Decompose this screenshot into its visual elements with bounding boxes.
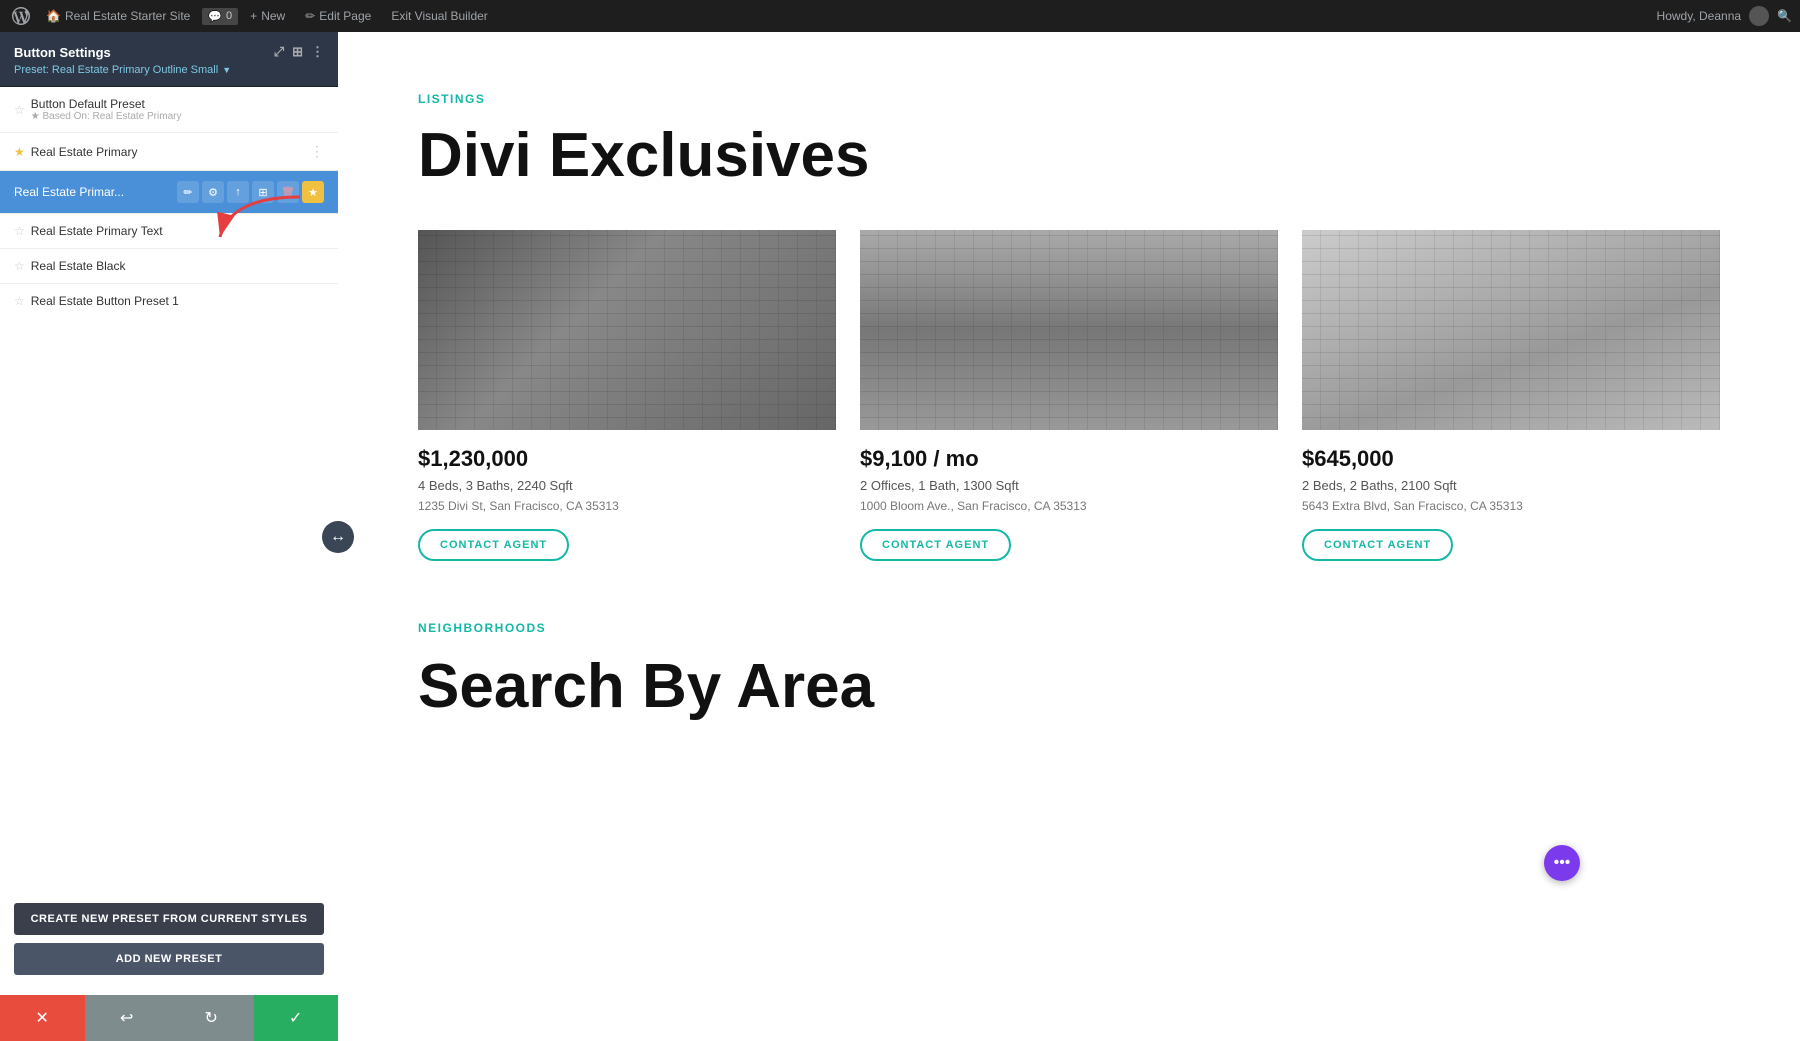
listings-label: LISTINGS <box>418 92 1720 106</box>
property-card-2: $9,100 / mo 2 Offices, 1 Bath, 1300 Sqft… <box>860 230 1278 561</box>
page-content: LISTINGS Divi Exclusives $1,230,000 4 Be… <box>338 32 1800 1041</box>
preset-name-primary: Real Estate Primary <box>31 145 138 159</box>
wordpress-logo[interactable] <box>8 3 34 29</box>
property-grid: $1,230,000 4 Beds, 3 Baths, 2240 Sqft 12… <box>418 230 1720 561</box>
avatar <box>1749 6 1769 26</box>
contact-agent-btn-3[interactable]: CONTACT AGENT <box>1302 529 1453 561</box>
star-icon-primary: ★ <box>14 145 25 159</box>
more-options-icon[interactable]: ⋮ <box>311 44 324 60</box>
undo-button[interactable]: ↩ <box>85 995 170 1041</box>
property-price-1: $1,230,000 <box>418 446 836 472</box>
settings-panel: Button Settings ⤢ ⊞ ⋮ Preset: Real Estat… <box>0 32 338 1041</box>
property-details-1: 4 Beds, 3 Baths, 2240 Sqft <box>418 478 836 493</box>
panel-header: Button Settings ⤢ ⊞ ⋮ Preset: Real Estat… <box>0 32 338 87</box>
preset-sub-default: ★ Based On: Real Estate Primary <box>31 111 182 122</box>
save-button[interactable]: ✓ <box>254 995 339 1041</box>
site-icon: 🏠 <box>46 9 61 23</box>
panel-title-icons: ⤢ ⊞ ⋮ <box>274 44 324 60</box>
preset-name-active: Real Estate Primar... <box>14 185 124 199</box>
export-preset-btn[interactable]: ↑ <box>227 181 249 203</box>
admin-bar-right: Howdy, Deanna 🔍 <box>1657 6 1792 26</box>
add-preset-button[interactable]: ADD NEW PRESET <box>14 943 324 975</box>
preset-name-text: Real Estate Primary Text <box>31 224 163 238</box>
property-image-1 <box>418 230 836 430</box>
preset-item-default[interactable]: ☆ Button Default Preset ★ Based On: Real… <box>0 87 338 133</box>
preset-item-preset1[interactable]: ☆ Real Estate Button Preset 1 <box>0 284 338 318</box>
search-icon[interactable]: 🔍 <box>1777 9 1792 23</box>
site-name-link[interactable]: 🏠 Real Estate Starter Site <box>38 5 198 27</box>
exit-builder-link[interactable]: Exit Visual Builder <box>383 5 496 27</box>
duplicate-preset-btn[interactable]: ⊞ <box>252 181 274 203</box>
star-icon-black: ☆ <box>14 259 25 273</box>
comment-count[interactable]: 💬 0 <box>202 8 238 25</box>
create-preset-button[interactable]: CREATE NEW PRESET FROM CURRENT STYLES <box>14 903 324 935</box>
neighborhoods-title: Search By Area <box>418 651 1720 722</box>
listings-title: Divi Exclusives <box>418 122 1720 190</box>
preset-item-text[interactable]: ☆ Real Estate Primary Text <box>0 214 338 249</box>
preset-name-default: Button Default Preset <box>31 97 182 111</box>
preset-more-icon[interactable]: ⋮ <box>310 143 324 160</box>
expand-handle[interactable]: ↔ <box>322 521 354 553</box>
contact-agent-btn-1[interactable]: CONTACT AGENT <box>418 529 569 561</box>
delete-preset-btn[interactable]: 🗑 <box>277 181 299 203</box>
active-preset-toolbar: ✏ ⚙ ↑ ⊞ 🗑 ★ <box>177 181 324 203</box>
property-price-3: $645,000 <box>1302 446 1720 472</box>
preset-item-active[interactable]: Real Estate Primar... ✏ ⚙ ↑ ⊞ 🗑 ★ <box>0 171 338 214</box>
neighborhoods-label: NEIGHBORHOODS <box>418 621 1720 635</box>
property-address-3: 5643 Extra Blvd, San Fracisco, CA 35313 <box>1302 499 1720 513</box>
property-address-1: 1235 Divi St, San Fracisco, CA 35313 <box>418 499 836 513</box>
neighborhoods-section: NEIGHBORHOODS Search By Area <box>418 621 1720 722</box>
edit-page-link[interactable]: ✏ Edit Page <box>297 5 379 27</box>
contact-agent-btn-2[interactable]: CONTACT AGENT <box>860 529 1011 561</box>
property-image-2 <box>860 230 1278 430</box>
property-image-3 <box>1302 230 1720 430</box>
redo-button[interactable]: ↻ <box>169 995 254 1041</box>
preset-list: ☆ Button Default Preset ★ Based On: Real… <box>0 87 338 889</box>
preset-item-primary[interactable]: ★ Real Estate Primary ⋮ <box>0 133 338 171</box>
comment-icon: 💬 <box>208 10 222 23</box>
star-icon-preset1: ☆ <box>14 294 25 308</box>
panel-subtitle[interactable]: Preset: Real Estate Primary Outline Smal… <box>14 64 324 76</box>
preset-name-black: Real Estate Black <box>31 259 126 273</box>
preset-item-black[interactable]: ☆ Real Estate Black <box>0 249 338 284</box>
star-icon-default: ☆ <box>14 103 25 117</box>
property-details-3: 2 Beds, 2 Baths, 2100 Sqft <box>1302 478 1720 493</box>
columns-icon[interactable]: ⊞ <box>292 44 303 60</box>
bottom-bar: ✕ ↩ ↻ ✓ <box>0 995 338 1041</box>
property-address-2: 1000 Bloom Ave., San Fracisco, CA 35313 <box>860 499 1278 513</box>
fullscreen-icon[interactable]: ⤢ <box>274 44 284 60</box>
new-post-link[interactable]: + New <box>242 5 293 27</box>
star-icon-text: ☆ <box>14 224 25 238</box>
property-card-1: $1,230,000 4 Beds, 3 Baths, 2240 Sqft 12… <box>418 230 836 561</box>
action-buttons: CREATE NEW PRESET FROM CURRENT STYLES AD… <box>0 889 338 989</box>
dropdown-caret: ▼ <box>222 65 231 75</box>
settings-preset-btn[interactable]: ⚙ <box>202 181 224 203</box>
panel-title: Button Settings ⤢ ⊞ ⋮ <box>14 44 324 60</box>
plus-icon: + <box>250 9 257 23</box>
admin-bar: 🏠 Real Estate Starter Site 💬 0 + New ✏ E… <box>0 0 1800 32</box>
property-card-3: $645,000 2 Beds, 2 Baths, 2100 Sqft 5643… <box>1302 230 1720 561</box>
property-price-2: $9,100 / mo <box>860 446 1278 472</box>
edit-preset-btn[interactable]: ✏ <box>177 181 199 203</box>
listings-section: LISTINGS Divi Exclusives $1,230,000 4 Be… <box>418 92 1720 561</box>
pencil-icon: ✏ <box>305 9 315 23</box>
property-details-2: 2 Offices, 1 Bath, 1300 Sqft <box>860 478 1278 493</box>
cancel-button[interactable]: ✕ <box>0 995 85 1041</box>
star-preset-btn[interactable]: ★ <box>302 181 324 203</box>
preset-name-preset1: Real Estate Button Preset 1 <box>31 294 179 308</box>
purple-menu-dot[interactable]: ••• <box>1544 845 1580 881</box>
